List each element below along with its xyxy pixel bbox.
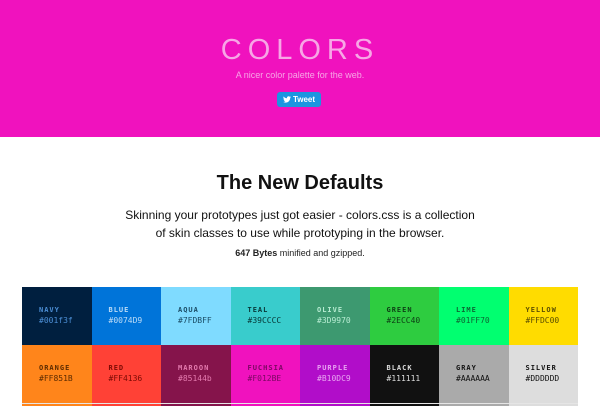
swatch-yellow[interactable]: YELLOW #FFDC00 xyxy=(508,287,578,345)
swatch-hex: #111111 xyxy=(386,374,421,383)
swatch-aqua[interactable]: AQUA #7FDBFF xyxy=(161,287,231,345)
swatch-hex: #7FDBFF xyxy=(178,316,212,325)
swatch-name: RED xyxy=(108,364,125,372)
file-size-value: 647 Bytes xyxy=(235,248,278,258)
swatch-name: PURPLE xyxy=(317,364,349,372)
swatch-hex: #B10DC9 xyxy=(317,374,351,383)
site-subtitle: A nicer color palette for the web. xyxy=(235,70,365,80)
swatch-name: BLACK xyxy=(386,364,413,372)
tweet-button[interactable]: Tweet xyxy=(277,92,321,107)
swatch-name: NAVY xyxy=(39,306,60,314)
swatch-gray[interactable]: GRAY #AAAAAA xyxy=(439,345,509,406)
swatch-name: BLUE xyxy=(108,306,130,314)
swatch-red[interactable]: RED #FF4136 xyxy=(91,345,161,406)
swatch-hex: #3D9970 xyxy=(317,316,351,325)
swatch-name: MAROON xyxy=(178,364,210,372)
swatch-silver[interactable]: SILVER #DDDDDD xyxy=(508,345,578,406)
swatch-purple[interactable]: PURPLE #B10DC9 xyxy=(300,345,370,406)
swatch-green[interactable]: GREEN #2ECC40 xyxy=(369,287,439,345)
swatch-hex: #DDDDDD xyxy=(525,374,560,383)
swatch-maroon[interactable]: MAROON #85144b xyxy=(161,345,231,406)
swatch-name: LIME xyxy=(456,306,477,314)
swatch-black[interactable]: BLACK #111111 xyxy=(369,345,439,406)
swatch-name: YELLOW xyxy=(525,306,557,314)
swatch-hex: #AAAAAA xyxy=(456,374,490,383)
swatch-hex: #01FF70 xyxy=(456,316,490,325)
swatch-hex: #0074D9 xyxy=(108,316,143,325)
swatch-name: ORANGE xyxy=(39,364,71,372)
hero-banner: COLORS A nicer color palette for the web… xyxy=(0,0,600,137)
swatch-olive[interactable]: OLIVE #3D9970 xyxy=(300,287,370,345)
swatch-hex: #001f3f xyxy=(39,316,73,325)
swatch-name: FUCHSIA xyxy=(247,364,285,372)
swatch-lime[interactable]: LIME #01FF70 xyxy=(439,287,509,345)
swatch-hex: #2ECC40 xyxy=(386,316,421,325)
swatch-blue[interactable]: BLUE #0074D9 xyxy=(91,287,161,345)
swatch-hex: #FF851B xyxy=(39,374,73,383)
swatch-name: SILVER xyxy=(525,364,557,372)
section-heading: The New Defaults xyxy=(216,172,384,194)
tweet-button-label: Tweet xyxy=(292,95,316,104)
swatch-hex: #39CCCC xyxy=(247,316,282,325)
section-description: Skinning your prototypes just got easier… xyxy=(125,208,475,240)
swatch-hex: #FFDC00 xyxy=(525,316,560,325)
swatch-name: OLIVE xyxy=(317,306,344,314)
swatch-hex: #85144b xyxy=(178,374,212,383)
swatch-teal[interactable]: TEAL #39CCCC xyxy=(230,287,300,345)
file-size-note: 647 Bytes minified and gzipped. xyxy=(0,248,600,258)
swatch-name: AQUA xyxy=(178,306,199,314)
swatch-hex: #F012BE xyxy=(247,374,282,383)
swatch-fuchsia[interactable]: FUCHSIA #F012BE xyxy=(230,345,300,406)
swatch-name: GRAY xyxy=(456,364,477,372)
file-size-caption: minified and gzipped. xyxy=(277,248,365,258)
swatch-name: TEAL xyxy=(247,306,269,314)
twitter-bird-icon xyxy=(282,96,291,103)
color-swatch-grid: NAVY #001f3f BLUE #0074D9 AQUA #7FDBFF TEAL #39… xyxy=(22,287,578,406)
swatch-hex: #FF4136 xyxy=(108,374,143,383)
swatch-name: GREEN xyxy=(386,306,413,314)
divider xyxy=(22,403,578,404)
swatch-orange[interactable]: ORANGE #FF851B xyxy=(22,345,92,406)
site-title: COLORS xyxy=(220,34,380,66)
swatch-navy[interactable]: NAVY #001f3f xyxy=(22,287,92,345)
